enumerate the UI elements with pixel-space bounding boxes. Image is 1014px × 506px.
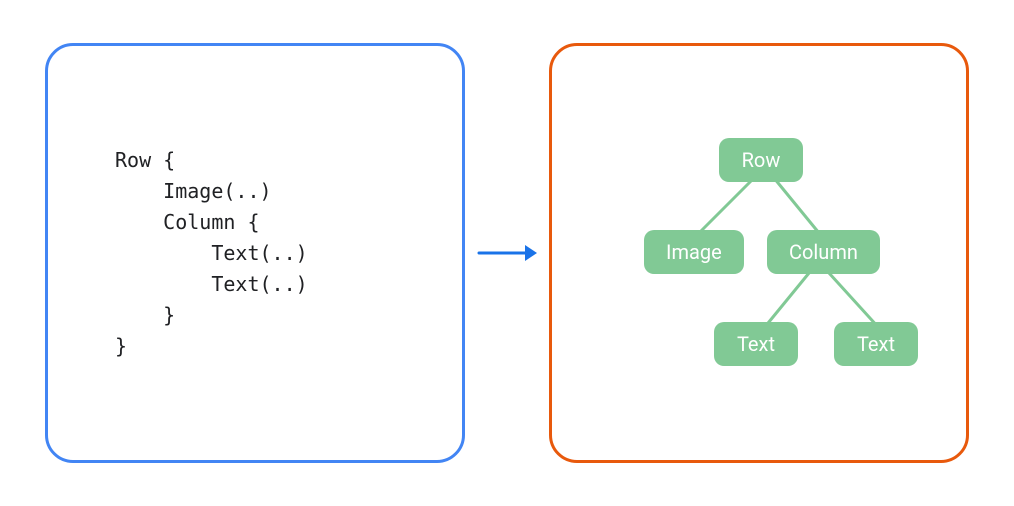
tree-node-label: Text [857,332,895,356]
tree-node-text-1: Text [714,322,798,366]
tree-panel: Row Image Column Text Text [549,43,969,463]
tree-node-label: Image [666,240,722,264]
tree-node-label: Text [737,332,775,356]
tree-node-text-2: Text [834,322,918,366]
code-line: Text(..) [115,241,308,265]
tree-node-image: Image [644,230,744,274]
tree-node-column: Column [767,230,880,274]
tree-diagram: Row Image Column Text Text [589,138,929,368]
code-line: } [115,303,175,327]
code-line: Text(..) [115,272,308,296]
code-line: } [115,334,127,358]
tree-node-label: Row [742,148,781,172]
tree-node-row: Row [719,138,803,182]
code-line: Column { [115,210,260,234]
code-line: Row { [115,148,175,172]
code-line: Image(..) [115,179,272,203]
code-panel: Row { Image(..) Column { Text(..) Text(.… [45,43,465,463]
tree-node-label: Column [789,240,858,264]
code-block: Row { Image(..) Column { Text(..) Text(.… [115,145,395,362]
arrow-right-icon [477,241,537,265]
